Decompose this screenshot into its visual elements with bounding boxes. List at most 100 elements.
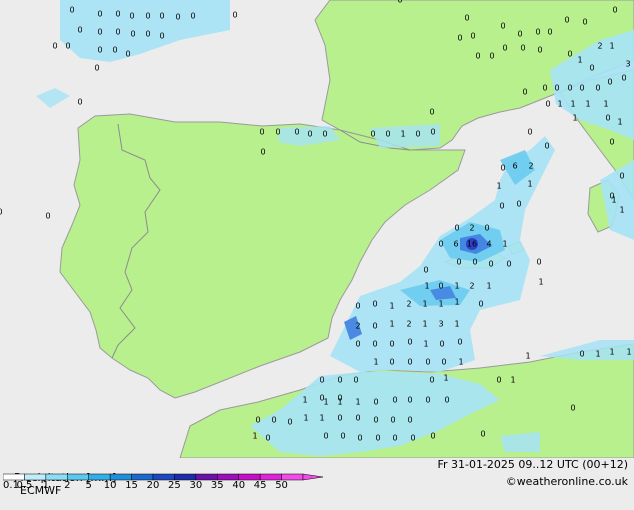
scale-tick-label: 1 <box>42 480 50 491</box>
cell-value: 0 <box>441 358 446 367</box>
cell-value: 0 <box>579 84 584 93</box>
cell-value: 0 <box>307 130 312 139</box>
cell-value: 1 <box>611 196 616 205</box>
cell-value: 1 <box>323 398 328 407</box>
cell-value: 0 <box>260 148 265 157</box>
cell-value: 0 <box>373 398 378 407</box>
cell-value: 0 <box>355 340 360 349</box>
cell-value: 0 <box>454 224 459 233</box>
cell-value: 0 <box>52 42 57 51</box>
cell-value: 0 <box>322 130 327 139</box>
cell-value: 0 <box>619 172 624 181</box>
cell-value: 1 <box>373 358 378 367</box>
cell-value: 1 <box>302 396 307 405</box>
cell-value: 1 <box>617 118 622 127</box>
cell-value: 1 <box>557 100 562 109</box>
cell-value: 0 <box>275 128 280 137</box>
cell-value: 0 <box>159 32 164 41</box>
cell-value: 0 <box>488 260 493 269</box>
scale-tick-label: 20 <box>146 480 160 491</box>
precipitation-map[interactable]: 0 0 0 0 0 0 0 0 0 0 0 0 0 0 0 0 0 0 0 0 0 0 0 0 0 0 0 0 0 0 0 0 0 0 0 0 0 0 0 2… <box>0 0 634 458</box>
scale-tick-label: 10 <box>103 480 117 491</box>
cell-value: 1 <box>458 358 463 367</box>
cell-value: 1 <box>496 182 501 191</box>
cell-value: 0 <box>77 98 82 107</box>
cell-value: 0 <box>547 28 552 37</box>
cell-value: 2 <box>528 162 533 171</box>
cell-value: 0 <box>457 338 462 347</box>
cell-value: 1 <box>252 432 257 441</box>
cell-value: 0 <box>385 130 390 139</box>
cell-value: 0 <box>470 32 475 41</box>
cell-value: 1 <box>609 348 614 357</box>
cell-value: 1 <box>454 298 459 307</box>
cell-value: 0 <box>389 340 394 349</box>
cell-value: 0 <box>456 258 461 267</box>
cell-value: 0 <box>500 22 505 31</box>
cell-value: 0 <box>438 282 443 291</box>
cell-value: 0 <box>595 84 600 93</box>
cell-value: 0 <box>484 224 489 233</box>
cell-value: 1 <box>443 374 448 383</box>
cell-value: 0 <box>564 16 569 25</box>
cell-value: 0 <box>527 128 532 137</box>
cell-value: 0 <box>472 258 477 267</box>
cell-value: 1 <box>486 282 491 291</box>
precipitation-scale-labels: 0.1 0.5 1 2 5 10 15 20 25 30 35 40 45 50 <box>0 480 340 492</box>
scale-tick-label: 15 <box>125 480 138 491</box>
cell-value: 0 <box>612 6 617 15</box>
precipitation-map-screen: 0 0 0 0 0 0 0 0 0 0 0 0 0 0 0 0 0 0 0 0 0 0 0 0 0 0 0 0 0 0 0 0 0 0 0 0 0 0 0 2… <box>0 0 634 497</box>
cell-value: 0 <box>607 78 612 87</box>
cell-value: 0 <box>353 376 358 385</box>
cell-value: 0 <box>535 28 540 37</box>
cell-value: 1 <box>424 282 429 291</box>
cell-value: 0 <box>554 84 559 93</box>
cell-value: 0 <box>392 434 397 443</box>
cell-value: 0 <box>97 28 102 37</box>
cell-value: 0 <box>415 130 420 139</box>
cell-value: 1 <box>337 398 342 407</box>
cell-value: 0 <box>372 300 377 309</box>
cell-value: 0 <box>582 18 587 27</box>
site-credit[interactable]: ©weatheronline.co.uk <box>506 475 628 488</box>
scale-tick-label: 35 <box>210 480 224 491</box>
cell-value: 1 <box>609 42 614 51</box>
cell-value: 0 <box>97 46 102 55</box>
scale-tick-label: 0.5 <box>16 480 33 491</box>
cell-value: 0 <box>429 376 434 385</box>
scale-tick-label: 30 <box>189 480 203 491</box>
cell-value: 0 <box>536 258 541 267</box>
cell-value: 1 <box>538 278 543 287</box>
cell-value: 0 <box>475 52 480 61</box>
cell-value: 1 <box>355 398 360 407</box>
cell-value: 0 <box>392 396 397 405</box>
scale-tick-label: 5 <box>85 480 92 491</box>
cell-value: 0 <box>323 432 328 441</box>
cell-value: 0 <box>190 12 195 21</box>
cell-value: 0 <box>370 130 375 139</box>
cell-value: 0 <box>115 28 120 37</box>
cell-value: 16 <box>467 240 477 249</box>
cell-value: 1 <box>423 340 428 349</box>
cell-value: 0 <box>45 212 50 221</box>
cell-value: 0 <box>589 64 594 73</box>
cell-value: 0 <box>175 13 180 22</box>
cell-value: 0 <box>407 416 412 425</box>
cell-value: 0 <box>389 358 394 367</box>
cell-value: 0 <box>94 64 99 73</box>
cell-value: 0 <box>373 416 378 425</box>
cell-value: 0 <box>545 100 550 109</box>
cell-value: 0 <box>500 164 505 173</box>
cell-value: 0 <box>502 44 507 53</box>
cell-value: 0 <box>439 340 444 349</box>
cell-value: 0 <box>287 418 292 427</box>
cell-value: 0 <box>390 416 395 425</box>
cell-value: 0 <box>115 10 120 19</box>
cell-value: 0 <box>489 52 494 61</box>
cell-value: 0 <box>294 128 299 137</box>
cell-value: 0 <box>319 376 324 385</box>
cell-value: 0 <box>464 14 469 23</box>
cell-value: 2 <box>469 224 474 233</box>
cell-value: 0 <box>125 50 130 59</box>
cell-value: 0 <box>410 434 415 443</box>
